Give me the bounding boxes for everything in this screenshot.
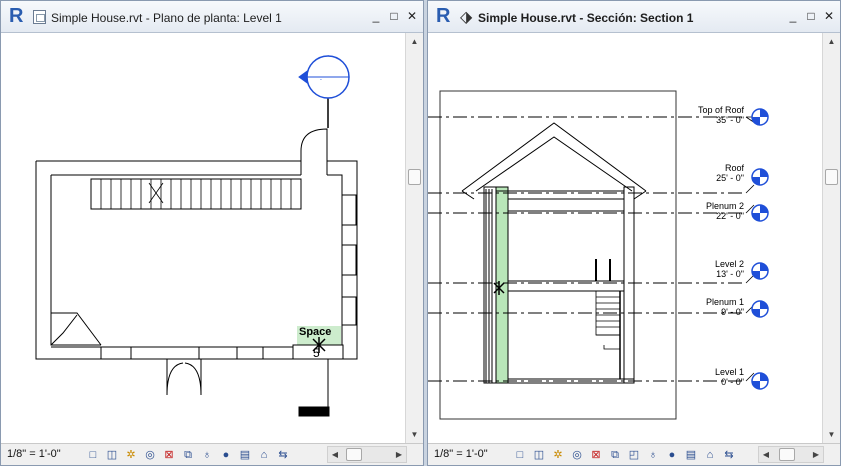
- level-name: Level 2: [715, 259, 744, 269]
- crop-view-icon[interactable]: ⊠: [588, 447, 604, 463]
- minimize-button[interactable]: _: [786, 9, 800, 23]
- floor-plan-window[interactable]: R Simple House.rvt - Plano de planta: Le…: [0, 0, 424, 466]
- revit-logo: R: [9, 5, 24, 27]
- floor-plan-view-control-bar: 1/8" = 1'-0" □ ◫ ✲ ◎ ⊠ ⧉ ♁ ● ▤ ⌂ ⇆ ◀ ▶: [1, 443, 423, 465]
- scroll-left-icon[interactable]: ◀: [328, 447, 342, 462]
- scroll-up-icon[interactable]: ▲: [406, 33, 423, 50]
- temporary-hide-icon[interactable]: ♁: [645, 447, 661, 463]
- visual-style-icon[interactable]: ◫: [531, 447, 547, 463]
- shadows-icon[interactable]: ◎: [569, 447, 585, 463]
- level-name: Plenum 2: [706, 201, 744, 211]
- scroll-right-icon[interactable]: ▶: [809, 447, 823, 462]
- detail-level-icon[interactable]: □: [85, 447, 101, 463]
- floor-plan-view-icon: [33, 10, 46, 24]
- floor-plan-horizontal-scrollbar[interactable]: ◀ ▶: [327, 446, 407, 463]
- hscroll-thumb[interactable]: [346, 448, 362, 461]
- section-window[interactable]: R ⬗ Simple House.rvt - Sección: Section …: [427, 0, 841, 466]
- level-name: Top of Roof: [698, 105, 745, 115]
- section-view-control-bar: 1/8" = 1'-0" □ ◫ ✲ ◎ ⊠ ⧉ ◰ ♁ ● ▤ ⌂ ⇆ ◀ ▶: [428, 443, 840, 465]
- section-title: Simple House.rvt - Sección: Section 1: [478, 11, 694, 25]
- worksharing-display-icon[interactable]: ▤: [237, 447, 253, 463]
- shadows-icon[interactable]: ◎: [142, 447, 158, 463]
- scroll-left-icon[interactable]: ◀: [759, 447, 773, 462]
- scroll-up-icon[interactable]: ▲: [823, 33, 840, 50]
- level-elevation: 13' - 0": [716, 269, 744, 279]
- floor-plan-drawing: Space 5 ·: [35, 55, 358, 417]
- analytical-model-icon[interactable]: ⌂: [702, 447, 718, 463]
- section-canvas[interactable]: Top of Roof 35' - 0" Roof 25' - 0" Plenu…: [428, 33, 822, 443]
- floor-plan-title: Simple House.rvt - Plano de planta: Leve…: [51, 11, 282, 25]
- temporary-hide-icon[interactable]: ♁: [199, 447, 215, 463]
- highlight-displacement-icon[interactable]: ⇆: [275, 447, 291, 463]
- scroll-down-icon[interactable]: ▼: [823, 426, 840, 443]
- view-scale[interactable]: 1/8" = 1'-0": [434, 448, 488, 460]
- scroll-thumb[interactable]: [825, 169, 838, 185]
- level-name: Plenum 1: [706, 297, 744, 307]
- reveal-hidden-icon[interactable]: ●: [218, 447, 234, 463]
- section-head-text: ·: [320, 75, 323, 84]
- level-name: Level 1: [715, 367, 744, 377]
- section-titlebar[interactable]: R ⬗ Simple House.rvt - Sección: Section …: [428, 1, 840, 33]
- revit-logo: R: [436, 5, 451, 27]
- section-view-icon: ⬗: [460, 9, 473, 26]
- close-button[interactable]: ✕: [822, 9, 836, 23]
- level-heads: [751, 108, 769, 390]
- section-vertical-scrollbar[interactable]: ▲ ▼: [822, 33, 840, 443]
- section-drawing: Top of Roof 35' - 0" Roof 25' - 0" Plenu…: [428, 90, 769, 420]
- show-crop-region-icon[interactable]: ⧉: [607, 447, 623, 463]
- scroll-right-icon[interactable]: ▶: [392, 447, 406, 462]
- level-name: Roof: [725, 163, 745, 173]
- crop-view-icon[interactable]: ⊠: [161, 447, 177, 463]
- maximize-button[interactable]: □: [387, 9, 401, 23]
- level-elevation: 9' - 0": [721, 307, 744, 317]
- level-elevation: 22' - 0": [716, 211, 744, 221]
- close-button[interactable]: ✕: [405, 9, 419, 23]
- detail-level-icon[interactable]: □: [512, 447, 528, 463]
- show-crop-region-icon[interactable]: ⧉: [180, 447, 196, 463]
- hscroll-thumb[interactable]: [779, 448, 795, 461]
- floor-plan-canvas[interactable]: Space 5 ·: [1, 33, 405, 443]
- space-number: 5: [313, 346, 320, 360]
- level-elevation: 35' - 0": [716, 115, 744, 125]
- sun-path-icon[interactable]: ✲: [550, 447, 566, 463]
- sun-path-icon[interactable]: ✲: [123, 447, 139, 463]
- floor-plan-titlebar[interactable]: R Simple House.rvt - Plano de planta: Le…: [1, 1, 423, 33]
- reveal-hidden-icon[interactable]: ●: [664, 447, 680, 463]
- level-elevation: 25' - 0": [716, 173, 744, 183]
- visual-style-icon[interactable]: ◫: [104, 447, 120, 463]
- section-horizontal-scrollbar[interactable]: ◀ ▶: [758, 446, 824, 463]
- highlight-displacement-icon[interactable]: ⇆: [721, 447, 737, 463]
- scroll-down-icon[interactable]: ▼: [406, 426, 423, 443]
- analytical-model-icon[interactable]: ⌂: [256, 447, 272, 463]
- maximize-button[interactable]: □: [804, 9, 818, 23]
- floor-plan-vertical-scrollbar[interactable]: ▲ ▼: [405, 33, 423, 443]
- scroll-thumb[interactable]: [408, 169, 421, 185]
- unlocked-view-icon[interactable]: ◰: [626, 447, 642, 463]
- worksharing-display-icon[interactable]: ▤: [683, 447, 699, 463]
- view-scale[interactable]: 1/8" = 1'-0": [7, 448, 61, 460]
- space-label: Space: [299, 326, 331, 338]
- minimize-button[interactable]: _: [369, 9, 383, 23]
- level-elevation: 0' - 0": [721, 377, 744, 387]
